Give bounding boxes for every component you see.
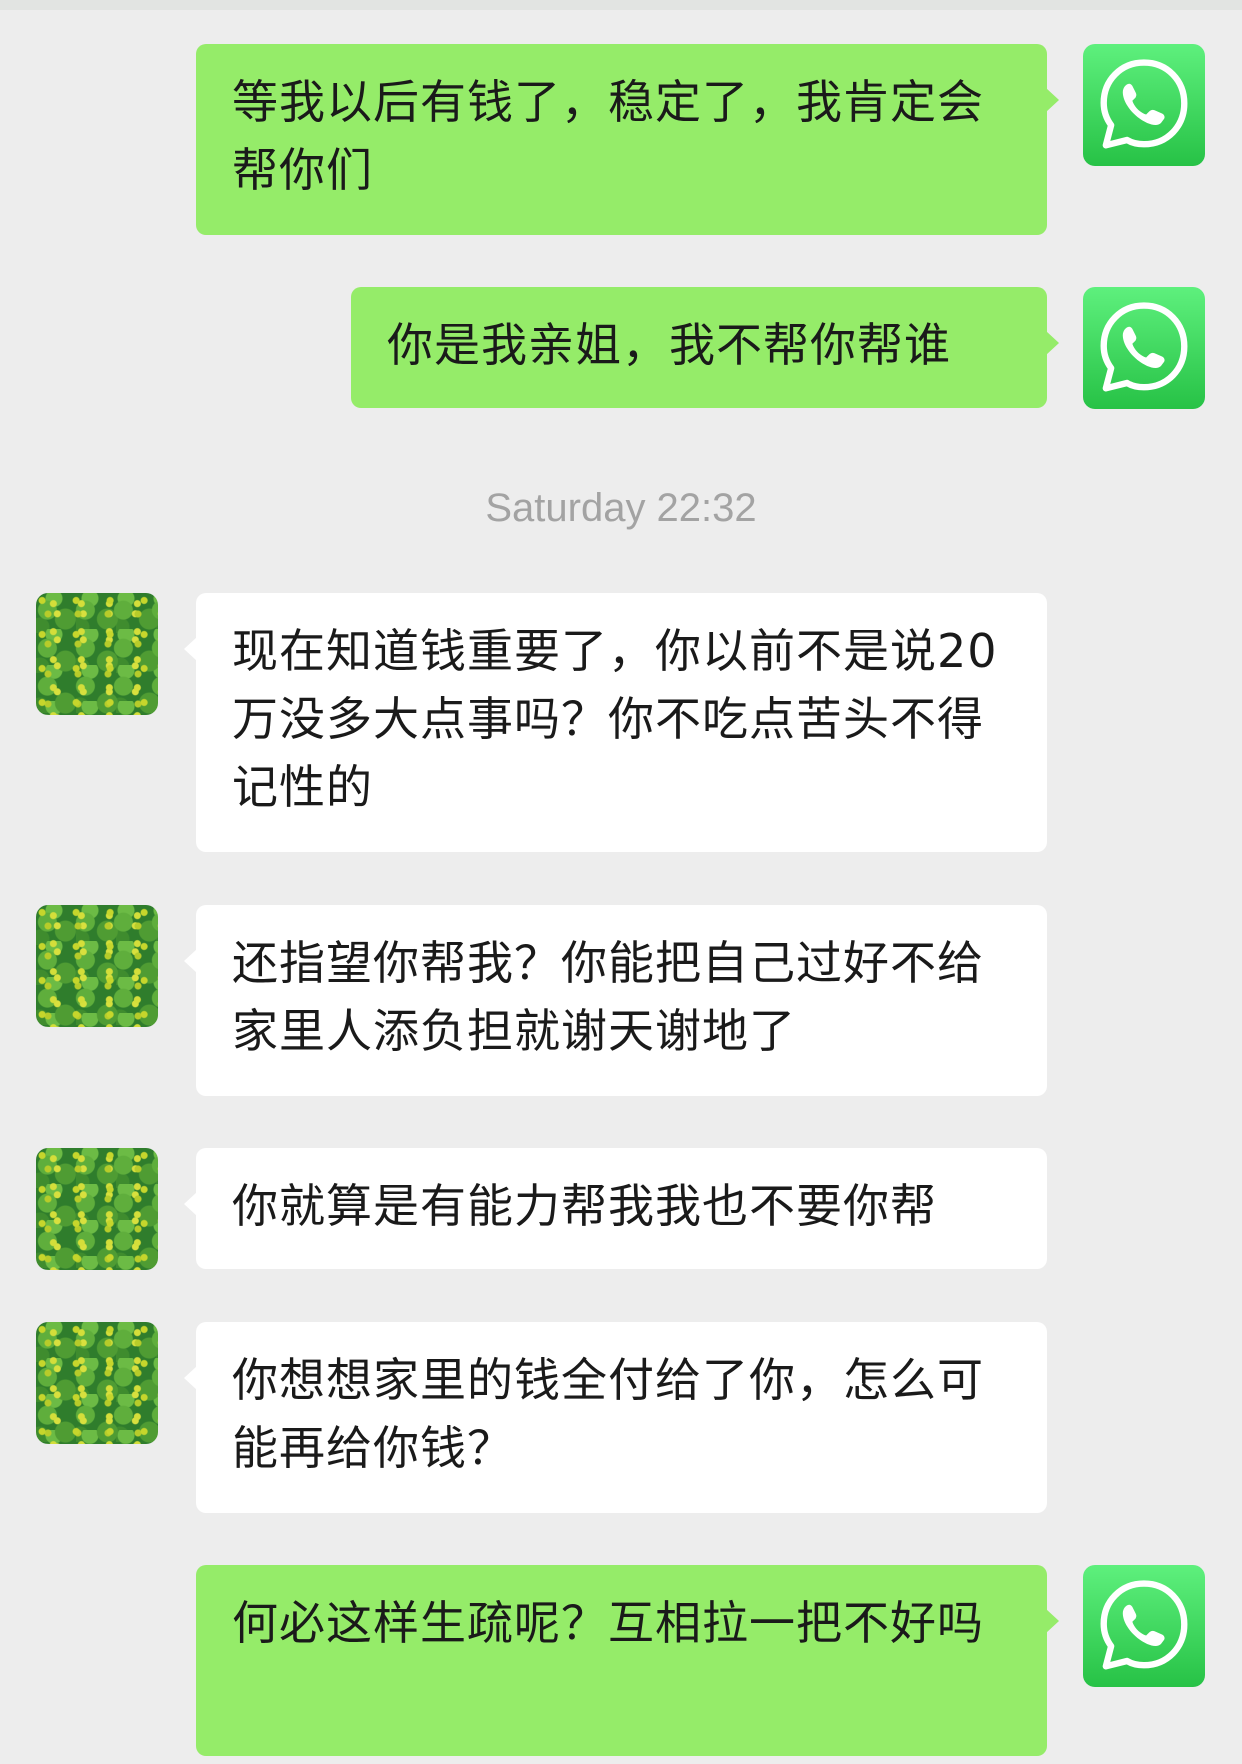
chat-screen: 等我以后有钱了，稳定了，我肯定会帮你们 你是我亲姐，我不帮你帮谁 Saturda… (0, 0, 1242, 1764)
whatsapp-icon[interactable] (1083, 287, 1205, 409)
leaf-avatar[interactable] (36, 1148, 158, 1270)
message-bubble[interactable]: 你想想家里的钱全付给了你，怎么可能再给你钱？ (184, 1322, 1047, 1513)
whatsapp-icon[interactable] (1083, 1565, 1205, 1687)
leaf-avatar[interactable] (36, 905, 158, 1027)
leaf-avatar[interactable] (36, 1322, 158, 1444)
leaf-avatar[interactable] (36, 593, 158, 715)
whatsapp-icon[interactable] (1083, 44, 1205, 166)
message-bubble[interactable]: 现在知道钱重要了，你以前不是说20万没多大点事吗？你不吃点苦头不得记性的 (184, 593, 1047, 852)
message-bubble[interactable]: 你就算是有能力帮我我也不要你帮 (184, 1148, 1047, 1269)
message-bubble[interactable]: 等我以后有钱了，稳定了，我肯定会帮你们 (196, 44, 1059, 235)
timestamp: Saturday 22:32 (485, 486, 757, 530)
message-bubble[interactable]: 你是我亲姐，我不帮你帮谁 (351, 287, 1059, 408)
message-bubble[interactable]: 还指望你帮我？你能把自己过好不给家里人添负担就谢天谢地了 (184, 905, 1047, 1096)
top-divider (0, 0, 1242, 10)
message-bubble[interactable]: 何必这样生疏呢？互相拉一把不好吗 (196, 1565, 1059, 1756)
